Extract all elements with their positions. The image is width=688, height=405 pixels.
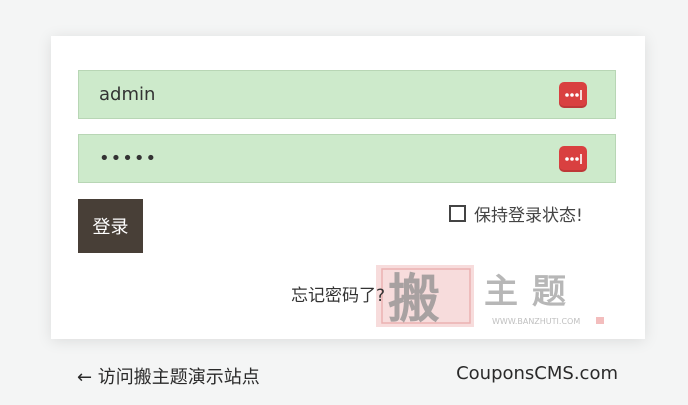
svg-text:主题: 主题 xyxy=(484,272,580,312)
brand-link[interactable]: CouponsCMS.com xyxy=(456,363,618,384)
remember-me[interactable]: 保持登录状态! xyxy=(449,201,583,226)
username-field xyxy=(78,70,616,119)
svg-text:搬: 搬 xyxy=(388,269,440,329)
username-input[interactable] xyxy=(79,71,549,118)
password-field xyxy=(78,134,616,183)
login-card: 登录 保持登录状态! 搬 主题 WWW.BANZHUTI.COM 忘记密码了? xyxy=(51,36,645,339)
remember-label: 保持登录状态! xyxy=(474,206,583,226)
remember-checkbox[interactable] xyxy=(449,205,466,222)
password-manager-icon[interactable] xyxy=(559,82,587,108)
banzhuti-watermark: 搬 主题 WWW.BANZHUTI.COM xyxy=(376,265,604,329)
password-manager-icon[interactable] xyxy=(559,146,587,172)
login-button[interactable]: 登录 xyxy=(78,199,143,253)
password-input[interactable] xyxy=(79,135,549,182)
back-to-site-link[interactable]: ← 访问搬主题演示站点 xyxy=(77,363,260,389)
forgot-password-link[interactable]: 忘记密码了? xyxy=(291,281,385,306)
svg-text:WWW.BANZHUTI.COM: WWW.BANZHUTI.COM xyxy=(492,317,580,326)
